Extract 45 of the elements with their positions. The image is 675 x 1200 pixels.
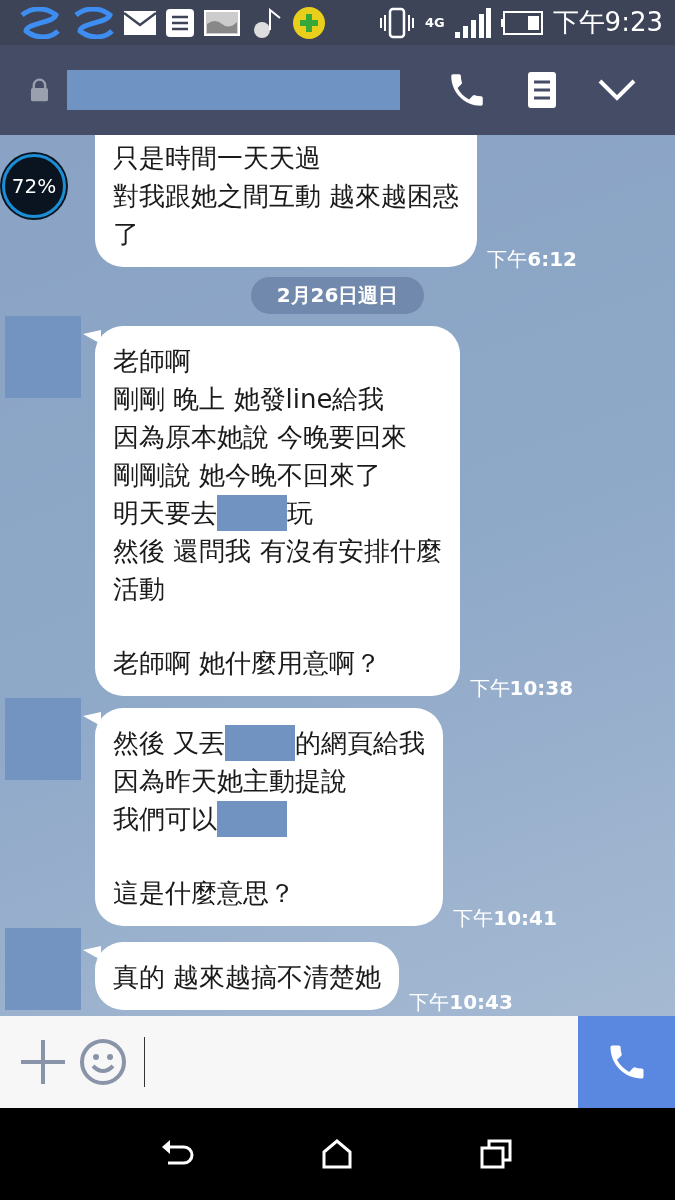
date-divider: 2月26日週日: [250, 277, 425, 314]
emoji-button[interactable]: [78, 1037, 128, 1087]
message-text: 的網頁給我: [295, 727, 426, 760]
message-text: 剛剛 晚上 她發line給我: [113, 383, 385, 416]
plus-icon: [21, 1040, 65, 1084]
message-text: 了: [113, 218, 139, 251]
message-text: 我們可以: [113, 803, 217, 836]
chevron-down-icon: [597, 79, 636, 101]
message-text: 只是時間一天天過: [113, 142, 321, 175]
redaction-block: [217, 801, 287, 837]
message-text: 老師啊: [113, 345, 191, 378]
message-text: 活動: [113, 573, 165, 606]
lock-icon: [30, 78, 49, 102]
signal-icon: [454, 7, 491, 38]
message-text: 這是什麼意思？: [113, 877, 295, 910]
message-text: 對我跟她之間互動 越來越困惑: [113, 180, 460, 213]
message-text: 然後 又丟: [113, 727, 226, 760]
image-icon: [204, 9, 240, 36]
message-time: 下午10:43: [409, 989, 513, 1016]
battery-icon: [500, 10, 543, 35]
add-button[interactable]: [18, 1037, 68, 1087]
network-type-label: 4G: [424, 15, 445, 30]
recents-icon: [479, 1139, 512, 1169]
redaction-block: [225, 725, 296, 761]
message-text: 剛剛說 她今晚不回來了: [113, 459, 382, 492]
mail-icon: [124, 10, 156, 35]
voice-call-button[interactable]: [578, 1016, 675, 1108]
home-icon: [322, 1139, 353, 1169]
message-text: 明天要去: [113, 497, 217, 530]
message-text: 然後 還問我 有沒有安排什麼: [113, 535, 442, 568]
smiley-icon: [79, 1038, 127, 1086]
message-time: 下午6:12: [487, 246, 577, 273]
message-time: 下午10:41: [453, 905, 557, 932]
message-text: 老師啊 她什麼用意啊？: [113, 647, 382, 680]
clock-time: 下午9:23: [552, 6, 663, 39]
note-icon: [166, 8, 194, 37]
message-text: 因為昨天她主動提說: [113, 765, 347, 798]
vibrate-icon: [378, 6, 415, 39]
message-text: 真的 越來越搞不清楚她: [113, 961, 382, 994]
message-text: 因為原本她說 今晚要回來: [113, 421, 408, 454]
message-time: 下午10:38: [469, 675, 574, 702]
note-icon: [527, 72, 556, 108]
message-text: 玩: [287, 497, 313, 530]
plus-circle-icon: [292, 5, 326, 40]
redaction-block: [217, 495, 287, 531]
